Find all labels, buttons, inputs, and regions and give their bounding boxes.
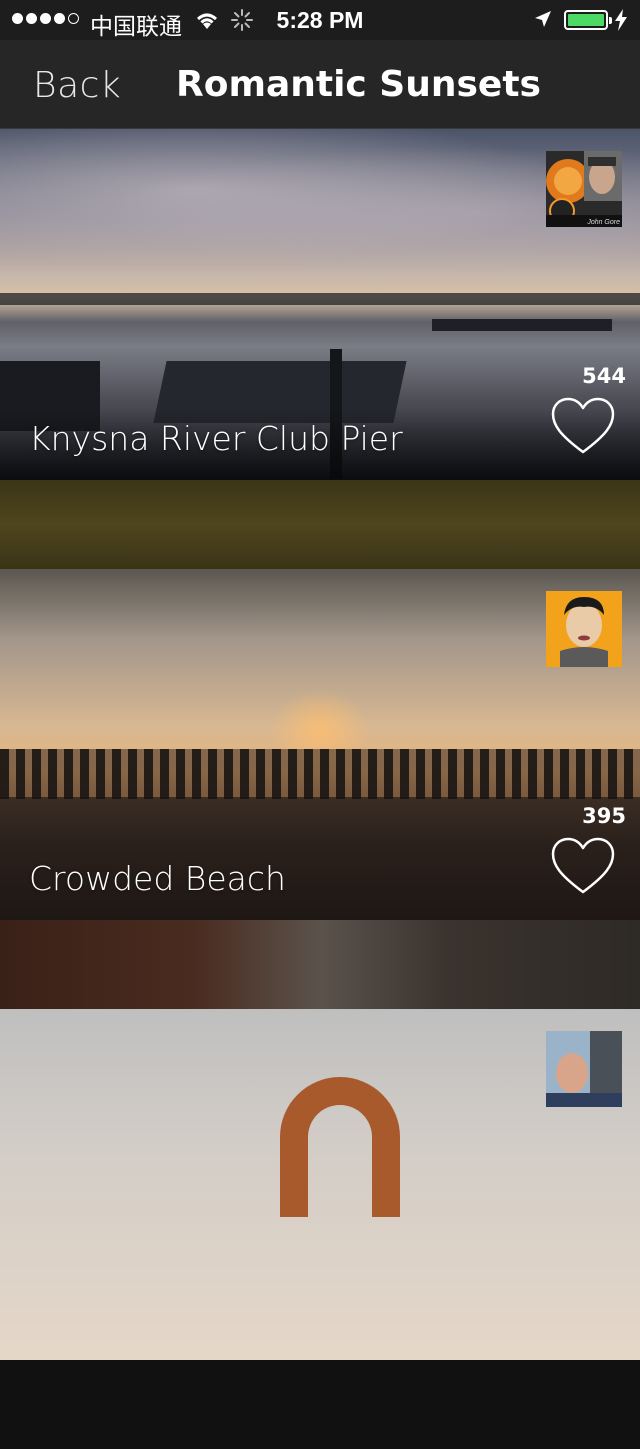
navigation-bar: Back Romantic Sunsets: [0, 40, 640, 129]
photo-image[interactable]: [0, 1009, 640, 1360]
battery-icon: [564, 10, 612, 30]
status-bar: 中国联通 5:28 PM: [0, 0, 640, 40]
back-button[interactable]: Back: [33, 65, 121, 106]
author-avatar[interactable]: John Gore: [546, 151, 622, 227]
likes-count: 544: [582, 364, 626, 388]
photo-card[interactable]: [0, 1009, 640, 1449]
heart-icon[interactable]: [550, 837, 616, 895]
author-avatar[interactable]: [546, 1031, 622, 1107]
page-title: Romantic Sunsets: [176, 64, 541, 105]
avatar-caption: John Gore: [586, 219, 620, 226]
photo-feed[interactable]: John Gore 544 Knysna River Club Pier 395…: [0, 129, 640, 1449]
photo-card[interactable]: 395 Crowded Beach: [0, 569, 640, 1009]
photo-title: Knysna River Club Pier: [29, 419, 403, 458]
photo-title: Crowded Beach: [29, 859, 286, 898]
card-spacer: [0, 480, 640, 569]
likes-count: 395: [582, 804, 626, 828]
heart-icon[interactable]: [550, 397, 616, 455]
photo-card[interactable]: John Gore 544 Knysna River Club Pier: [0, 129, 640, 569]
location-arrow-icon: [535, 11, 551, 27]
card-spacer: [0, 920, 640, 1009]
author-avatar[interactable]: [546, 591, 622, 667]
charging-bolt-icon: [615, 9, 627, 31]
